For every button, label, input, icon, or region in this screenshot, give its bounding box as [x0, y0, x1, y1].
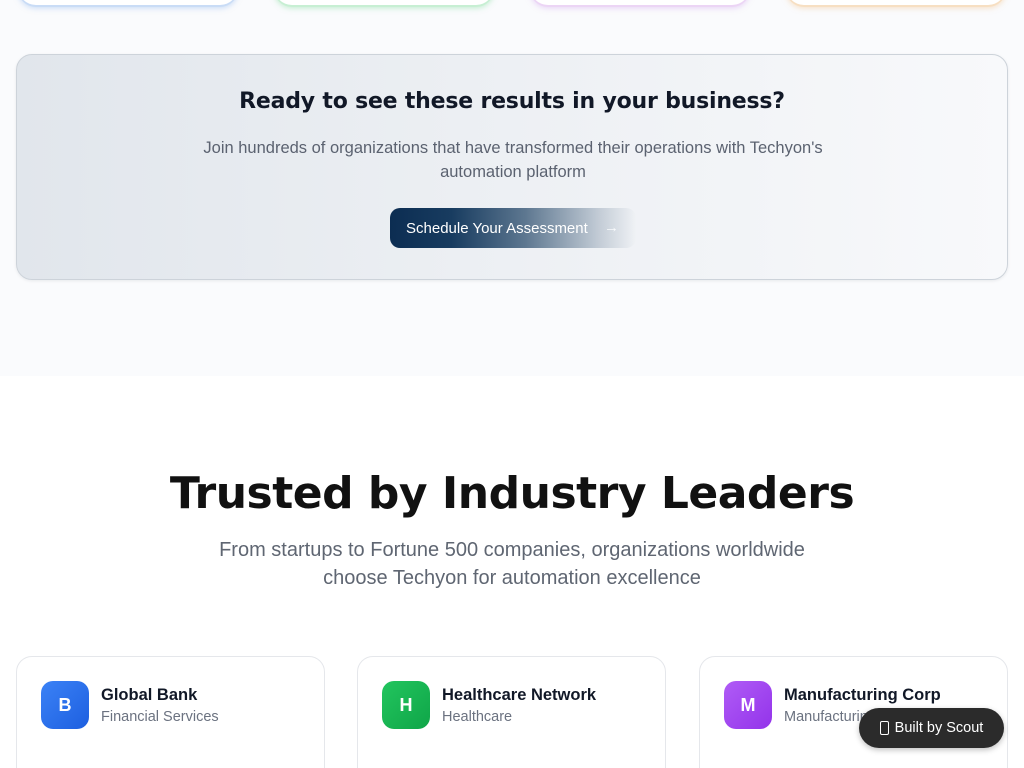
stat-card-purple	[530, 0, 750, 5]
company-industry: Healthcare	[442, 709, 513, 725]
stat-card-blue	[18, 0, 238, 5]
company-card-global-bank[interactable]: B Global Bank Financial Services	[16, 656, 325, 768]
stat-card-green	[274, 0, 494, 5]
built-by-scout-badge[interactable]: Built by Scout	[859, 708, 1004, 748]
company-card-healthcare-network[interactable]: H Healthcare Network Healthcare	[357, 656, 666, 768]
company-avatar: B	[41, 681, 89, 729]
cta-title: Ready to see these results in your busin…	[239, 89, 785, 114]
schedule-assessment-label: Schedule Your Assessment	[406, 219, 588, 237]
company-name: Healthcare Network	[442, 686, 597, 704]
company-avatar: H	[382, 681, 430, 729]
trusted-subtitle: From startups to Fortune 500 companies, …	[219, 539, 805, 589]
cta-subtitle: Join hundreds of organizations that have…	[203, 139, 823, 181]
company-name: Manufacturing Corp	[784, 686, 941, 704]
cta-card: Ready to see these results in your busin…	[16, 54, 1008, 280]
results-section: Ready to see these results in your busin…	[0, 0, 1024, 376]
built-by-scout-label: Built by Scout	[894, 720, 984, 736]
company-industry: Financial Services	[101, 709, 219, 725]
trusted-title: Trusted by Industry Leaders	[169, 468, 855, 519]
scout-icon	[879, 721, 889, 735]
company-avatar: M	[724, 681, 772, 729]
schedule-assessment-button[interactable]: Schedule Your Assessment →	[390, 208, 636, 248]
stat-card-orange	[786, 0, 1006, 5]
company-name: Global Bank	[101, 686, 198, 704]
arrow-right-icon: →	[604, 219, 619, 236]
